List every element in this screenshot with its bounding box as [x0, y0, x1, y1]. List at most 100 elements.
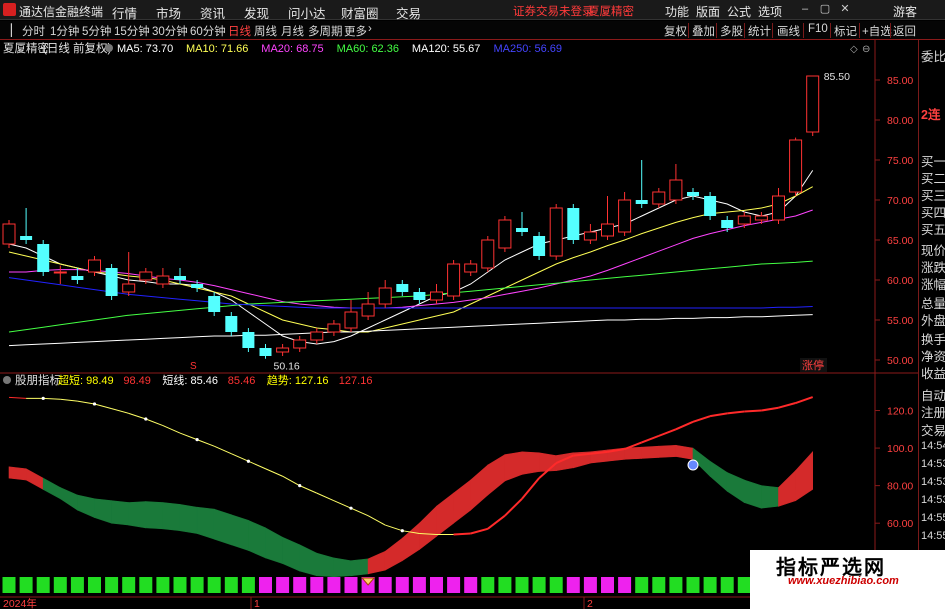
low-price-label: 50.16 — [274, 361, 300, 373]
close-icon[interactable]: ✕ — [836, 2, 854, 17]
menu-item[interactable]: 财富圈 — [341, 3, 379, 22]
trend-segment — [453, 532, 471, 536]
candle-body-up — [2, 223, 16, 245]
settings-dot-icon[interactable] — [105, 44, 113, 52]
signal-bar — [583, 577, 597, 593]
period-button[interactable]: 分时 — [22, 23, 45, 39]
menu-item[interactable]: 市场 — [156, 3, 181, 22]
trend-segment — [179, 432, 198, 441]
add-watchlist-button[interactable]: +自选 — [862, 23, 892, 39]
candle-body-down — [396, 284, 409, 292]
ribbon-segment — [658, 444, 677, 458]
zoom-out-icon[interactable]: ⊖ — [862, 44, 870, 55]
ribbon-segment — [213, 508, 232, 546]
ribbon-segment — [8, 466, 27, 481]
menu-item[interactable]: 问小达 — [288, 3, 326, 22]
candle-body-down — [174, 276, 186, 280]
overlay-button[interactable]: 叠加 — [692, 23, 715, 39]
period-toolbar: ▕ 分时 1分钟 5分钟 15分钟 30分钟 60分钟 日线 周线 月线 多周期… — [0, 21, 945, 40]
trend-segment — [282, 475, 300, 487]
statistics-button[interactable]: 统计 — [748, 23, 771, 39]
period-button[interactable]: 60分钟 — [190, 23, 226, 39]
signal-bar — [481, 577, 495, 593]
menu-item[interactable]: 发现 — [244, 3, 269, 22]
ribbon-segment — [231, 514, 249, 551]
candle-body-up — [737, 215, 751, 225]
period-button[interactable]: 1分钟 — [50, 23, 79, 39]
signal-bar — [310, 577, 324, 593]
restore-icon[interactable]: ▢ — [816, 2, 834, 17]
minimize-icon[interactable]: – — [796, 2, 814, 17]
period-button[interactable]: 周线 — [254, 23, 277, 39]
indicator-settings-icon[interactable] — [3, 376, 11, 384]
menu-item[interactable]: 交易 — [396, 3, 421, 22]
toolbar-divider — [688, 23, 689, 38]
price-tick-label: 50.00 — [887, 355, 913, 367]
signal-bar — [430, 577, 443, 593]
user-guest[interactable]: 游客 — [893, 3, 917, 20]
period-button[interactable]: 多周期 — [308, 23, 343, 39]
candle-body-down — [635, 200, 648, 204]
candle-body-up — [310, 331, 324, 341]
ma-legend-item: MA10: 71.66 — [186, 43, 248, 55]
menu-formula[interactable]: 公式 — [727, 3, 751, 20]
menu-options[interactable]: 选项 — [758, 3, 782, 20]
ma-line-ma60 — [8, 260, 813, 333]
mark-button[interactable]: 标记 — [834, 23, 857, 39]
period-button[interactable]: 月线 — [281, 23, 304, 39]
indicator-legend-item: 127.16 — [339, 375, 373, 387]
diamond-icon[interactable]: ◇ — [850, 44, 858, 55]
candle-body-up — [361, 303, 375, 317]
f10-button[interactable]: F10 — [808, 23, 828, 35]
ma-legend-item: MA120: 55.67 — [412, 43, 481, 55]
trend-segment — [60, 398, 78, 402]
toolbar-divider — [803, 23, 804, 38]
trend-segment — [333, 500, 352, 509]
draw-line-button[interactable]: 画线 — [777, 23, 800, 39]
side-label-trade[interactable]: 交易 — [921, 420, 945, 439]
trend-segment — [77, 400, 95, 405]
price-tick-label: 80.00 — [887, 115, 913, 127]
period-button-active[interactable]: 日线 — [228, 23, 251, 39]
candle-body-up — [156, 275, 170, 285]
candle-body-up — [447, 263, 461, 297]
candle-body-up — [772, 195, 785, 221]
menu-item[interactable]: 资讯 — [200, 3, 225, 22]
signal-bar — [447, 577, 461, 593]
candle-body-up — [344, 311, 358, 329]
signal-bar — [293, 577, 307, 593]
toolbar-divider — [859, 23, 860, 38]
side-label-register[interactable]: 注册 — [921, 402, 945, 421]
menu-item[interactable]: 行情 — [112, 3, 137, 22]
ribbon-segment — [487, 454, 506, 496]
ribbon-segment — [77, 494, 95, 519]
signal-bar — [669, 577, 683, 593]
trend-dot — [41, 396, 45, 400]
ribbon-segment — [675, 444, 694, 460]
menu-layout[interactable]: 版面 — [696, 3, 720, 20]
toolbar-divider — [716, 23, 717, 38]
watermark-logo: 指标严选网 www.xuezhibiao.com — [750, 550, 945, 609]
adjust-button[interactable]: 复权 — [664, 23, 687, 39]
ribbon-segment — [709, 460, 728, 492]
trend-segment — [94, 403, 112, 410]
date-label-month2: 2 — [587, 598, 593, 609]
signal-bars — [2, 459, 820, 593]
more-periods-button[interactable]: 更多 — [344, 23, 367, 39]
candle-body-up — [378, 287, 392, 305]
menu-function[interactable]: 功能 — [665, 3, 689, 20]
ribbon-segment — [795, 451, 814, 502]
ribbon-segment — [504, 451, 523, 482]
back-button[interactable]: 返回 — [893, 23, 916, 39]
trade-login-warning[interactable]: 证券交易未登录 — [513, 3, 594, 19]
period-button[interactable]: 5分钟 — [82, 23, 111, 39]
period-button[interactable]: 15分钟 — [114, 23, 150, 39]
kline-chart[interactable]: 夏厦精密 (日线 前复权) MA5: 73.70 MA10: 71.66 MA20:… — [0, 40, 945, 609]
period-button[interactable]: 30分钟 — [152, 23, 188, 39]
multi-stock-button[interactable]: 多股 — [720, 23, 743, 39]
trend-segment — [470, 527, 489, 535]
period-button[interactable]: ▕ — [3, 23, 12, 37]
limit-up-badge: 涨停 — [802, 358, 824, 372]
trend-segment — [795, 396, 814, 404]
signal-bar — [532, 577, 546, 593]
